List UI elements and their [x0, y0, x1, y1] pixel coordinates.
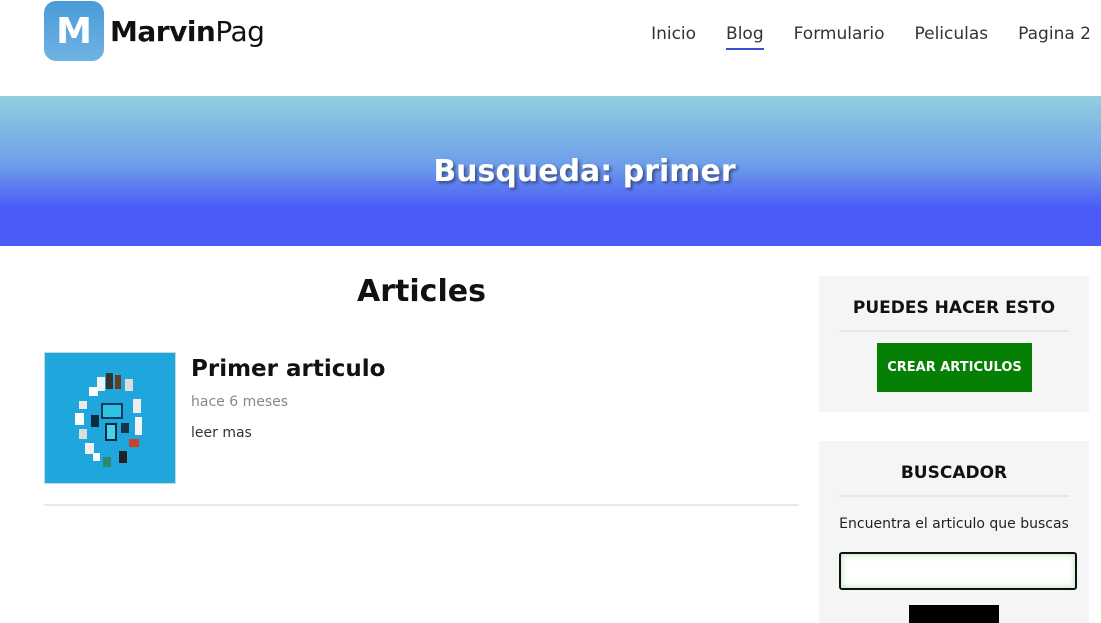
nav-item-pagina-2[interactable]: Pagina 2 — [1018, 24, 1091, 50]
logo-letter: M — [56, 10, 92, 52]
logo-text-light: Pag — [215, 14, 265, 48]
actions-card-title: PUEDES HACER ESTO — [852, 298, 1056, 318]
articles-heading: Articles — [357, 274, 486, 309]
search-submit-button[interactable] — [909, 605, 999, 623]
site-logo[interactable]: M MarvinPag — [44, 0, 265, 62]
actions-card-divider — [839, 330, 1069, 332]
site-header: M MarvinPag Inicio Blog Formulario Pelic… — [0, 0, 1101, 96]
search-banner: Busqueda: primer — [0, 96, 1101, 246]
search-description: Encuentra el articulo que buscas — [839, 516, 1069, 532]
search-card-title: BUSCADOR — [900, 463, 1008, 483]
logo-icon: M — [44, 1, 104, 61]
nav-item-formulario[interactable]: Formulario — [794, 24, 885, 50]
article-title-link[interactable]: Primer articulo — [191, 356, 385, 382]
search-input[interactable] — [839, 552, 1077, 590]
search-card-divider — [839, 495, 1069, 497]
read-more-link[interactable]: leer mas — [191, 425, 252, 441]
articles-section: Articles Primer articulo hace 6 meses le… — [44, 246, 799, 506]
search-card: BUSCADOR Encuentra el articulo que busca… — [819, 441, 1089, 623]
logo-text-bold: Marvin — [110, 14, 216, 48]
article-date: hace 6 meses — [191, 394, 289, 410]
actions-card: PUEDES HACER ESTO CREAR ARTICULOS — [819, 276, 1089, 412]
nav-item-blog[interactable]: Blog — [726, 24, 764, 50]
nav-item-inicio[interactable]: Inicio — [651, 24, 696, 50]
smart-home-devices-icon — [45, 353, 175, 483]
article-item: Primer articulo hace 6 meses leer mas — [44, 352, 799, 506]
nav-item-peliculas[interactable]: Peliculas — [914, 24, 988, 50]
article-thumbnail[interactable] — [44, 352, 176, 484]
main-nav: Inicio Blog Formulario Peliculas Pagina … — [621, 24, 1091, 50]
banner-title: Busqueda: primer — [433, 153, 736, 189]
logo-text: MarvinPag — [110, 14, 265, 48]
create-articles-button[interactable]: CREAR ARTICULOS — [877, 343, 1032, 392]
